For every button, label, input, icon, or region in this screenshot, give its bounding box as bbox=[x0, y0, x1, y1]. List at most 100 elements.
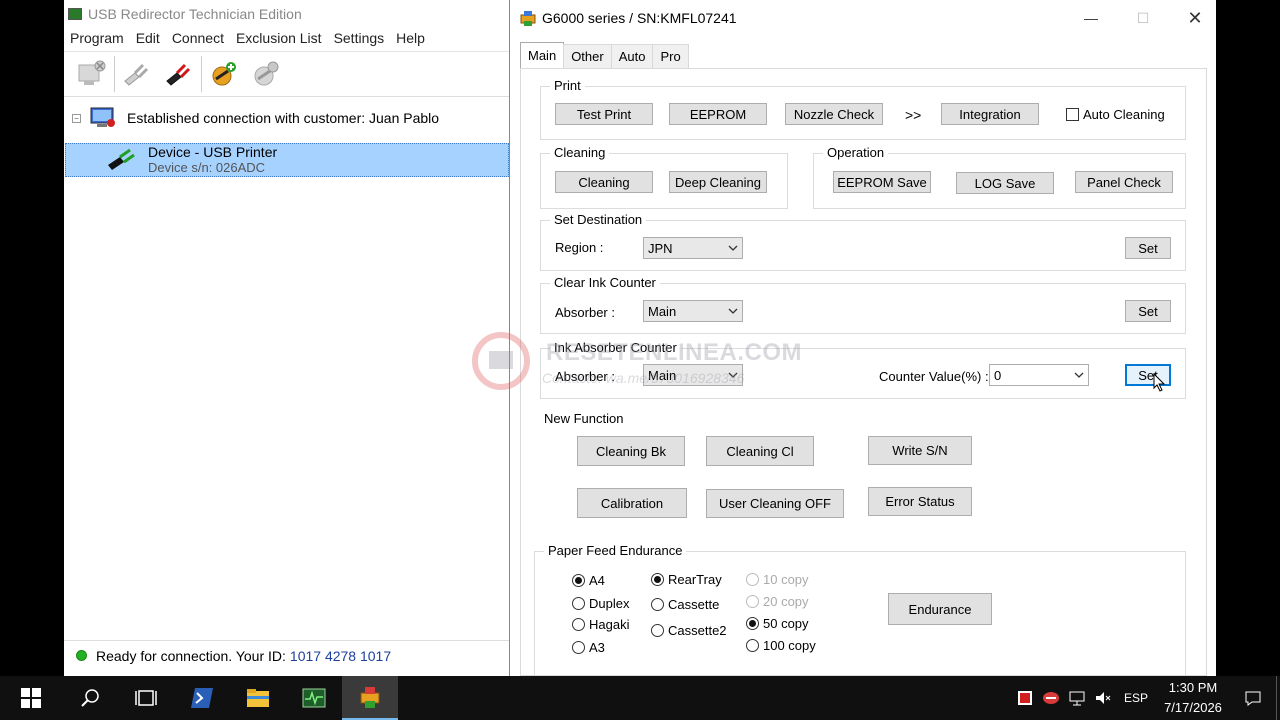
auto-cleaning-checkbox[interactable] bbox=[1066, 108, 1079, 121]
task-manager-icon[interactable] bbox=[286, 676, 342, 720]
print-group: Print Test Print EEPROM Nozzle Check >> … bbox=[540, 78, 1186, 140]
language-indicator[interactable]: ESP bbox=[1116, 691, 1156, 705]
clock-date: 7/17/2026 bbox=[1164, 700, 1222, 715]
radio-a3[interactable]: A3 bbox=[572, 640, 605, 655]
menu-edit[interactable]: Edit bbox=[136, 30, 160, 46]
paper-feed-label: Paper Feed Endurance bbox=[544, 543, 687, 558]
tab-pro[interactable]: Pro bbox=[652, 44, 689, 68]
integration-button[interactable]: Integration bbox=[941, 103, 1039, 125]
maximize-button[interactable]: ☐ bbox=[1120, 6, 1166, 30]
eeprom-button[interactable]: EEPROM bbox=[669, 103, 767, 125]
printer-tool-taskbar-icon[interactable] bbox=[342, 676, 398, 720]
region-value: JPN bbox=[648, 240, 673, 256]
set-destination-button[interactable]: Set bbox=[1125, 237, 1171, 259]
usb-plug-red-icon[interactable] bbox=[161, 57, 195, 91]
mouse-cursor-icon bbox=[1153, 373, 1166, 392]
menu-connect[interactable]: Connect bbox=[172, 30, 224, 46]
status-id: 1017 4278 1017 bbox=[289, 647, 392, 664]
radio-hagaki[interactable]: Hagaki bbox=[572, 617, 629, 632]
powershell-icon[interactable] bbox=[174, 676, 230, 720]
tab-main[interactable]: Main bbox=[520, 42, 565, 68]
radio-circle bbox=[572, 597, 585, 610]
clear-ink-set-button[interactable]: Set bbox=[1125, 300, 1171, 322]
system-tray: ESP 1:30 PM 7/17/2026 bbox=[1012, 676, 1280, 720]
radio-20-copy[interactable]: 20 copy bbox=[746, 594, 809, 609]
menu-exclusion-list[interactable]: Exclusion List bbox=[236, 30, 322, 46]
radio-circle bbox=[746, 595, 759, 608]
clock[interactable]: 1:30 PM 7/17/2026 bbox=[1156, 678, 1230, 718]
collapse-icon[interactable]: − bbox=[72, 113, 81, 123]
show-desktop-button[interactable] bbox=[1276, 676, 1280, 720]
network-icon[interactable] bbox=[1064, 689, 1090, 707]
panel-check-button[interactable]: Panel Check bbox=[1075, 171, 1173, 193]
radio-cassette2[interactable]: Cassette2 bbox=[651, 623, 727, 638]
radio-circle bbox=[746, 573, 759, 586]
cleaning-button[interactable]: Cleaning bbox=[555, 171, 653, 193]
tab-bar: Main Other Auto Pro bbox=[520, 42, 1217, 68]
tab-auto[interactable]: Auto bbox=[610, 44, 654, 68]
add-device-icon[interactable] bbox=[206, 57, 240, 91]
task-view-icon[interactable] bbox=[118, 676, 174, 720]
search-icon[interactable] bbox=[62, 676, 118, 720]
user-cleaning-off-button[interactable]: User Cleaning OFF bbox=[706, 489, 844, 518]
menu-program[interactable]: Program bbox=[70, 30, 124, 46]
radio-circle bbox=[651, 598, 664, 611]
radio-circle bbox=[651, 624, 664, 637]
endurance-button[interactable]: Endurance bbox=[888, 593, 992, 625]
radio-50-copy[interactable]: 50 copy bbox=[746, 616, 809, 631]
log-save-button[interactable]: LOG Save bbox=[956, 172, 1054, 194]
tab-other[interactable]: Other bbox=[563, 44, 612, 68]
usb-redirector-tray-icon[interactable] bbox=[1012, 689, 1038, 707]
windows-start-icon[interactable] bbox=[0, 676, 62, 720]
disconnect-icon[interactable] bbox=[74, 57, 108, 91]
error-status-button[interactable]: Error Status bbox=[868, 487, 972, 516]
watermark-contact: Contacto: wa.me/573016928346 bbox=[542, 370, 745, 386]
counter-value-select[interactable]: 0 bbox=[989, 364, 1089, 386]
absorber-select[interactable]: Main bbox=[643, 300, 743, 322]
radio-label: 100 copy bbox=[763, 638, 816, 653]
left-border bbox=[0, 0, 64, 676]
minimize-button[interactable]: — bbox=[1068, 6, 1114, 30]
deep-cleaning-button[interactable]: Deep Cleaning bbox=[669, 171, 767, 193]
paper-feed-group: Paper Feed Endurance A4 Duplex Hagaki A3… bbox=[534, 543, 1186, 681]
absorber-value: Main bbox=[648, 303, 677, 319]
operation-group: Operation EEPROM Save LOG Save Panel Che… bbox=[813, 145, 1186, 209]
tree-root-connection[interactable]: − Established connection with customer: … bbox=[64, 105, 509, 131]
nozzle-check-button[interactable]: Nozzle Check bbox=[785, 103, 883, 125]
region-select[interactable]: JPN bbox=[643, 237, 743, 259]
radio-100-copy[interactable]: 100 copy bbox=[746, 638, 816, 653]
status-dot-icon bbox=[76, 650, 87, 661]
file-explorer-icon[interactable] bbox=[230, 676, 286, 720]
radio-cassette[interactable]: Cassette bbox=[651, 597, 719, 612]
radio-10-copy[interactable]: 10 copy bbox=[746, 572, 809, 587]
radio-a4[interactable]: A4 bbox=[572, 573, 605, 588]
usb-window-title: USB Redirector Technician Edition bbox=[88, 5, 302, 22]
radio-circle bbox=[572, 574, 585, 587]
radio-reartray[interactable]: RearTray bbox=[651, 572, 722, 587]
settings-device-icon[interactable] bbox=[248, 57, 282, 91]
usb-plug-icon[interactable] bbox=[119, 57, 153, 91]
print-group-label: Print bbox=[550, 78, 585, 93]
cleaning-cl-button[interactable]: Cleaning Cl bbox=[706, 436, 814, 466]
radio-circle bbox=[572, 641, 585, 654]
radio-duplex[interactable]: Duplex bbox=[572, 596, 629, 611]
radio-label: Duplex bbox=[589, 596, 630, 611]
usb-redirector-window: USB Redirector Technician Edition Progra… bbox=[64, 0, 510, 676]
test-print-button[interactable]: Test Print bbox=[555, 103, 653, 125]
volume-muted-icon[interactable] bbox=[1090, 689, 1116, 707]
menu-help[interactable]: Help bbox=[396, 30, 425, 46]
usb-menubar: Program Edit Connect Exclusion List Sett… bbox=[64, 27, 509, 49]
menu-settings[interactable]: Settings bbox=[334, 30, 385, 46]
calibration-button[interactable]: Calibration bbox=[577, 488, 687, 518]
connection-label: Established connection with customer: Ju… bbox=[127, 110, 440, 126]
eeprom-save-button[interactable]: EEPROM Save bbox=[833, 171, 931, 193]
status-bar: Ready for connection. Your ID: 1017 4278… bbox=[64, 640, 509, 670]
arrows-label: >> bbox=[905, 107, 922, 123]
cleaning-bk-button[interactable]: Cleaning Bk bbox=[577, 436, 685, 466]
device-usb-printer[interactable]: Device - USB Printer Device s/n: 026ADC bbox=[65, 143, 509, 177]
red-app-tray-icon[interactable] bbox=[1038, 689, 1064, 707]
close-button[interactable]: ✕ bbox=[1172, 6, 1218, 30]
notifications-icon[interactable] bbox=[1230, 689, 1276, 707]
watermark-text: RESETENLINEA.COM bbox=[546, 339, 803, 366]
write-sn-button[interactable]: Write S/N bbox=[868, 436, 972, 465]
